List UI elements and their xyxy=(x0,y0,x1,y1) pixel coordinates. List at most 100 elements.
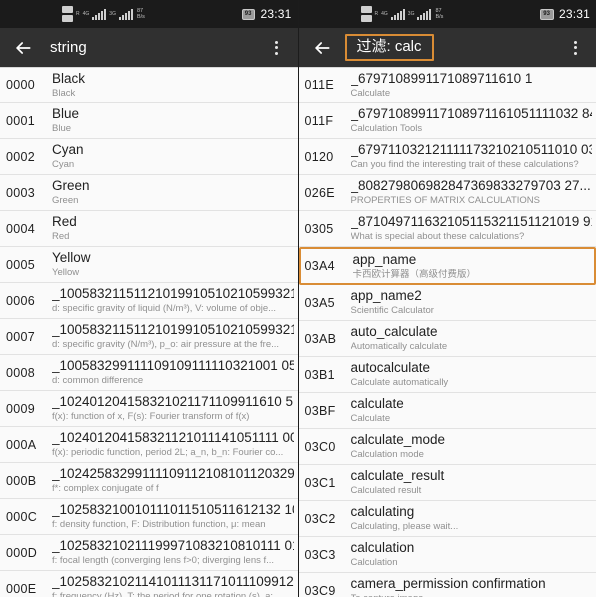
row-subtitle: d: specific gravity (N/m³), p_o: air pre… xyxy=(52,339,280,350)
table-row[interactable]: 03C3 calculation Calculation xyxy=(298,537,596,573)
row-title: Red xyxy=(52,214,77,229)
row-text-group: Green Green xyxy=(52,178,294,207)
row-id: 000D xyxy=(6,545,38,560)
status-right-group: 93 23:31 xyxy=(540,7,590,21)
left-page-title: string xyxy=(50,39,87,56)
row-text-group: Blue Blue xyxy=(52,106,294,135)
table-row[interactable]: 0001 Blue Blue xyxy=(0,103,298,139)
table-row[interactable]: 026E _808279806982847369833279703 27... PR… xyxy=(298,175,596,211)
row-subtitle: Red xyxy=(52,231,70,242)
overflow-menu-icon[interactable] xyxy=(264,33,290,63)
row-subtitle: f: focal length (converging lens f>0; di… xyxy=(52,555,275,566)
row-text-group: Black Black xyxy=(52,71,294,100)
row-title: _871049711632105115321151121019 91... xyxy=(350,214,593,229)
row-id: 0001 xyxy=(6,113,36,128)
back-arrow-icon[interactable] xyxy=(307,33,337,63)
status-right-group: 93 23:31 xyxy=(241,7,292,21)
net-speed-unit: B/s xyxy=(435,14,444,20)
row-id: 0007 xyxy=(6,329,36,344)
table-row[interactable]: 03B1 autocalculate Calculate automatically xyxy=(298,357,596,393)
row-title: Green xyxy=(52,178,90,193)
row-title: camera_permission confirmation xyxy=(350,576,546,591)
row-subtitle: Calculation mode xyxy=(350,449,424,460)
table-row[interactable]: 0305 _871049711632105115321151121019 91..… xyxy=(298,211,596,247)
row-subtitle: f: density function, F: Distribution fun… xyxy=(52,519,266,530)
left-status-bar: R 4G 3G 87 B/s 93 23:31 xyxy=(0,0,298,28)
row-subtitle: Calculate xyxy=(350,87,391,99)
left-app-bar: string xyxy=(0,28,298,67)
row-title: _102401204158321021171109911610 51... xyxy=(52,394,294,409)
row-title: calculate_mode xyxy=(350,432,446,447)
right-string-list[interactable]: 011E _6797108991171089711610 1 Calculate 01… xyxy=(298,67,596,597)
table-row[interactable]: 03AB auto_calculate Automatically calculat… xyxy=(298,321,596,357)
row-id: 026E xyxy=(304,185,335,200)
row-subtitle: f(x): periodic function, period 2L; a_n,… xyxy=(52,447,284,458)
row-text-group: _102583210211199971083210810111 01... f: … xyxy=(52,538,294,567)
row-subtitle: Calculation xyxy=(350,557,398,568)
sim1-label: R xyxy=(76,11,80,17)
table-row[interactable]: 011E _6797108991171089711610 1 Calculate xyxy=(298,67,596,103)
row-id: 0000 xyxy=(6,78,36,92)
row-id: 03C3 xyxy=(304,547,336,562)
status-icon-group: R 4G 3G 87 B/s xyxy=(360,4,444,24)
row-text-group: _102583210211410111311710111099121... f: … xyxy=(52,574,294,597)
table-row[interactable]: 0006 _10058321151121019910510210599321...… xyxy=(0,283,298,319)
table-row[interactable]: 0003 Green Green xyxy=(0,175,298,211)
table-row[interactable]: 03C2 calculating Calculating, please wait.… xyxy=(298,501,596,537)
table-row[interactable]: 03BF calculate Calculate xyxy=(298,393,596,429)
table-row[interactable]: 03C0 calculate_mode Calculation mode xyxy=(298,429,596,465)
table-row[interactable]: 03A4 app_name 卡西欧计算器（高级付费版） xyxy=(298,247,596,285)
row-subtitle: 卡西欧计算器（高级付费版） xyxy=(352,268,477,280)
row-id: 03C0 xyxy=(304,439,336,454)
table-row[interactable]: 011F _679710899117108971161051111032 84..… xyxy=(298,103,596,139)
row-id: 0120 xyxy=(304,149,334,164)
table-row[interactable]: 000A _102401204158321121011141051111 00..… xyxy=(0,427,298,463)
row-text-group: Red Red xyxy=(52,214,294,243)
row-text-group: _679710899117108971161051111032 84... Cal… xyxy=(351,106,593,135)
table-row[interactable]: 03C1 calculate_result Calculated result xyxy=(298,465,596,501)
row-title: _102583210211410111311710111099121... xyxy=(52,574,294,589)
table-row[interactable]: 000D _102583210211199971083210810111 01..… xyxy=(0,535,298,571)
back-arrow-icon[interactable] xyxy=(8,33,38,63)
row-subtitle: Black xyxy=(52,87,76,99)
row-subtitle: Green xyxy=(52,195,79,206)
table-row[interactable]: 0120 _679711032121111173210210511010 03..… xyxy=(298,139,596,175)
row-text-group: _100583299111109109111110321001 05... d: … xyxy=(52,358,294,387)
row-id: 000B xyxy=(6,473,37,488)
right-app-bar: 过滤: calc xyxy=(298,28,596,67)
signal-bars-2-icon xyxy=(118,8,133,20)
signal1-label: 4G xyxy=(381,11,388,17)
table-row[interactable]: 0007 _10058321151121019910510210599321...… xyxy=(0,319,298,355)
signal2-label: 3G xyxy=(109,11,116,17)
table-row[interactable]: 0009 _102401204158321021171109911610 51..… xyxy=(0,391,298,427)
row-title: _679710899117108971161051111032 84... xyxy=(350,106,593,121)
left-panel: R 4G 3G 87 B/s 93 23:31 string 0000 Blac… xyxy=(0,0,298,597)
row-text-group: _679711032121111173210210511010 03... Can… xyxy=(351,142,593,171)
overflow-menu-icon[interactable] xyxy=(562,33,588,63)
row-id: 03C1 xyxy=(304,475,336,490)
table-row[interactable]: 03C9 camera_permission confirmation To cap… xyxy=(298,573,596,597)
table-row[interactable]: 0000 Black Black xyxy=(0,67,298,103)
row-id: 0009 xyxy=(6,401,36,416)
dual-sim-icon xyxy=(62,6,73,22)
row-text-group: Cyan Cyan xyxy=(52,142,294,171)
status-clock: 23:31 xyxy=(260,7,292,21)
right-status-bar: R 4G 3G 87 B/s 93 23:31 xyxy=(298,0,596,28)
table-row[interactable]: 03A5 app_name2 Scientific Calculator xyxy=(298,285,596,321)
row-text-group: _808279806982847369833279703 27... PROPER… xyxy=(351,178,593,207)
table-row[interactable]: 000C _102583210010111011510511612132 10..… xyxy=(0,499,298,535)
table-row[interactable]: 0004 Red Red xyxy=(0,211,298,247)
row-text-group: auto_calculate Automatically calculate xyxy=(351,324,593,353)
table-row[interactable]: 0008 _100583299111109109111110321001 05..… xyxy=(0,355,298,391)
row-title: Blue xyxy=(52,106,80,121)
row-subtitle: d: common difference xyxy=(52,375,144,386)
table-row[interactable]: 000B _10242583299111109112108101120329...… xyxy=(0,463,298,499)
table-row[interactable]: 0005 Yellow Yellow xyxy=(0,247,298,283)
row-title: _10058321151121019910510210599321... xyxy=(52,322,294,337)
row-subtitle: Yellow xyxy=(52,267,80,278)
row-title: calculation xyxy=(350,540,415,555)
table-row[interactable]: 000E _102583210211410111311710111099121..… xyxy=(0,571,298,597)
left-string-list[interactable]: 0000 Black Black 0001 Blue Blue 0002 Cyan Cyan 00… xyxy=(0,67,298,597)
table-row[interactable]: 0002 Cyan Cyan xyxy=(0,139,298,175)
signal2-label: 3G xyxy=(407,11,415,17)
